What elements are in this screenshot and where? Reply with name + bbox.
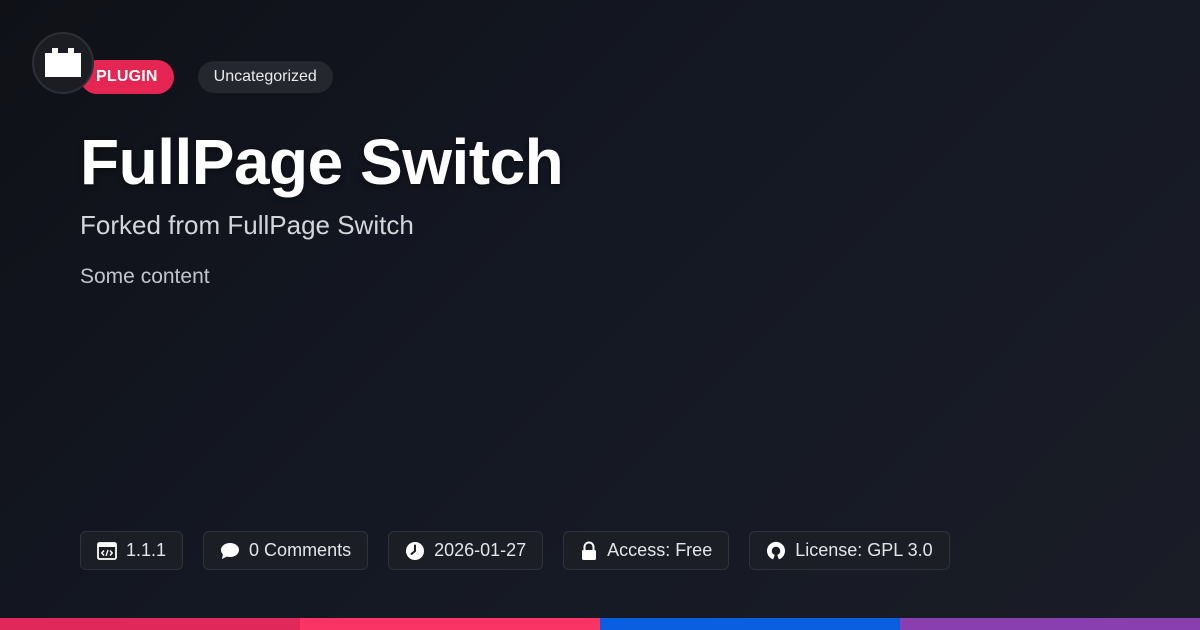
access-chip: Access: Free xyxy=(563,531,730,570)
date-chip: 2026-01-27 xyxy=(388,531,544,570)
license-label: License: GPL 3.0 xyxy=(795,540,933,560)
tag-row: PLUGIN Uncategorized xyxy=(80,60,333,94)
color-bar-segment xyxy=(600,618,900,630)
comments-label: 0 Comments xyxy=(249,540,352,560)
open-source-icon xyxy=(767,541,786,559)
type-badge[interactable]: PLUGIN xyxy=(80,60,174,94)
plugin-block-icon xyxy=(45,48,81,77)
date-label: 2026-01-27 xyxy=(434,540,527,560)
logo xyxy=(32,32,94,94)
page-title: FullPage Switch xyxy=(80,126,564,198)
color-bar-segment xyxy=(900,618,1200,630)
access-label: Access: Free xyxy=(607,540,713,560)
comments-chip[interactable]: 0 Comments xyxy=(203,531,369,570)
lock-icon xyxy=(582,541,597,560)
license-chip: License: GPL 3.0 xyxy=(749,531,950,570)
code-window-icon xyxy=(97,541,117,560)
speech-bubble-icon xyxy=(221,542,240,559)
content-text: Some content xyxy=(80,265,210,288)
category-badge[interactable]: Uncategorized xyxy=(197,61,333,93)
page-subtitle: Forked from FullPage Switch xyxy=(80,210,414,240)
version-chip: 1.1.1 xyxy=(80,531,184,570)
color-bar xyxy=(0,618,1200,630)
version-label: 1.1.1 xyxy=(126,540,167,560)
meta-row: 1.1.1 0 Comments 2026-01-27 Access: Free… xyxy=(80,531,950,570)
color-bar-segment xyxy=(300,618,600,630)
clock-icon xyxy=(406,541,425,560)
color-bar-segment xyxy=(0,618,300,630)
